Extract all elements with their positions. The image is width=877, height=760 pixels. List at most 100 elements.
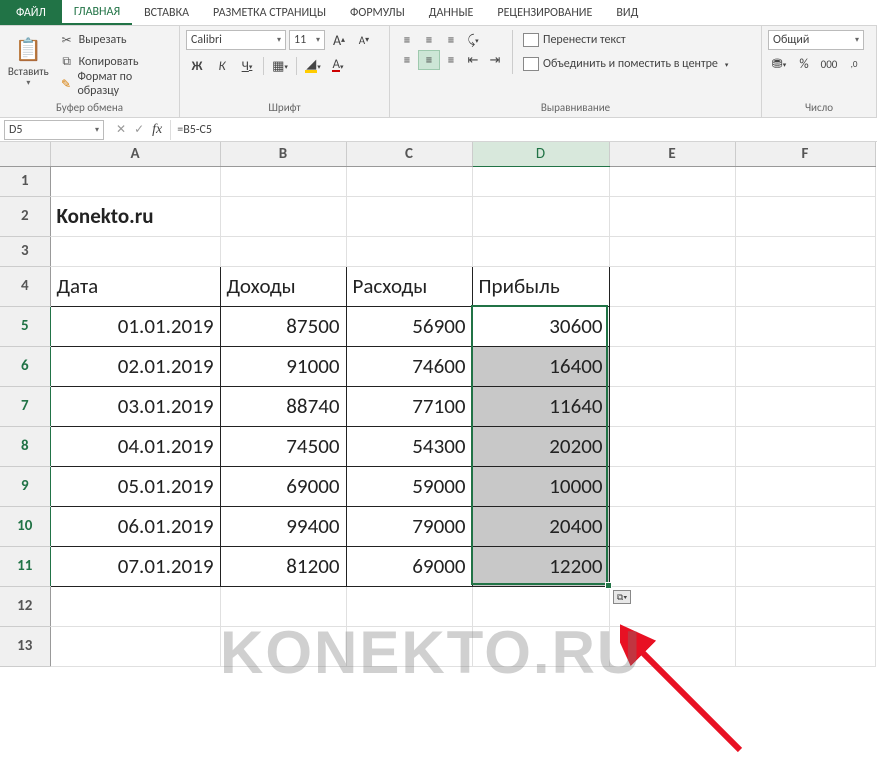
cell-D9[interactable]: 10000 — [472, 466, 609, 506]
cell-A1[interactable] — [50, 166, 220, 196]
col-header-B[interactable]: B — [220, 142, 346, 166]
name-box[interactable]: D5▾ — [4, 120, 104, 140]
row-header-8[interactable]: 8 — [0, 426, 50, 466]
cell-F1[interactable] — [735, 166, 875, 196]
formula-input[interactable]: =B5-C5 — [170, 120, 877, 140]
cell-A9[interactable]: 05.01.2019 — [50, 466, 220, 506]
cell-A6[interactable]: 02.01.2019 — [50, 346, 220, 386]
cell-D13[interactable] — [472, 626, 609, 666]
number-format-select[interactable]: Общий▾ — [768, 30, 864, 50]
cell-D3[interactable] — [472, 236, 609, 266]
format-painter-button[interactable]: ✎Формат по образцу — [55, 74, 173, 94]
percent-button[interactable]: % — [793, 54, 815, 74]
cell-F4[interactable] — [735, 266, 875, 306]
cell-F13[interactable] — [735, 626, 875, 666]
cell-B9[interactable]: 69000 — [220, 466, 346, 506]
cell-C1[interactable] — [346, 166, 472, 196]
cut-button[interactable]: ✂Вырезать — [55, 30, 173, 50]
cell-B8[interactable]: 74500 — [220, 426, 346, 466]
cell-E4[interactable] — [609, 266, 735, 306]
cell-C9[interactable]: 59000 — [346, 466, 472, 506]
cell-E8[interactable] — [609, 426, 735, 466]
wrap-text-button[interactable]: Перенести текст — [519, 30, 732, 50]
row-header-6[interactable]: 6 — [0, 346, 50, 386]
cell-A13[interactable] — [50, 626, 220, 666]
cell-C11[interactable]: 69000 — [346, 546, 472, 586]
paste-button[interactable]: 📋 Вставить ▾ — [6, 30, 51, 94]
tab-insert[interactable]: ВСТАВКА — [132, 0, 201, 25]
cell-E7[interactable] — [609, 386, 735, 426]
orientation-button[interactable]: ⤹▾ — [462, 30, 484, 50]
cell-C7[interactable]: 77100 — [346, 386, 472, 426]
cell-E9[interactable] — [609, 466, 735, 506]
row-header-13[interactable]: 13 — [0, 626, 50, 666]
cell-C3[interactable] — [346, 236, 472, 266]
cell-D10[interactable]: 20400 — [472, 506, 609, 546]
cell-B6[interactable]: 91000 — [220, 346, 346, 386]
cell-E1[interactable] — [609, 166, 735, 196]
cell-B3[interactable] — [220, 236, 346, 266]
bold-button[interactable]: Ж — [186, 56, 208, 76]
cell-B10[interactable]: 99400 — [220, 506, 346, 546]
cell-A5[interactable]: 01.01.2019 — [50, 306, 220, 346]
fill-color-button[interactable]: ◢▾ — [302, 56, 324, 76]
col-header-F[interactable]: F — [735, 142, 875, 166]
cell-D11[interactable]: 12200 — [472, 546, 609, 586]
increase-indent-button[interactable]: ⇥ — [484, 50, 506, 70]
italic-button[interactable]: К — [211, 56, 233, 76]
select-all-corner[interactable] — [0, 142, 50, 166]
cell-A11[interactable]: 07.01.2019 — [50, 546, 220, 586]
col-header-D[interactable]: D — [472, 142, 609, 166]
cell-D6[interactable]: 16400 — [472, 346, 609, 386]
cell-E11[interactable] — [609, 546, 735, 586]
row-header-2[interactable]: 2 — [0, 196, 50, 236]
row-header-10[interactable]: 10 — [0, 506, 50, 546]
currency-button[interactable]: ⛃▾ — [768, 54, 790, 74]
cell-C10[interactable]: 79000 — [346, 506, 472, 546]
cell-E2[interactable] — [609, 196, 735, 236]
autofill-options-button[interactable]: ⧉▾ — [613, 590, 631, 604]
increase-font-button[interactable]: A▴ — [328, 30, 350, 50]
cell-F5[interactable] — [735, 306, 875, 346]
cell-D2[interactable] — [472, 196, 609, 236]
tab-home[interactable]: ГЛАВНАЯ — [62, 0, 132, 25]
underline-button[interactable]: Ч▾ — [236, 56, 258, 76]
cell-F2[interactable] — [735, 196, 875, 236]
cell-A4[interactable]: Дата — [50, 266, 220, 306]
cell-B5[interactable]: 87500 — [220, 306, 346, 346]
align-center-button[interactable]: ≡ — [418, 50, 440, 70]
align-middle-button[interactable]: ≡ — [418, 30, 440, 50]
row-header-4[interactable]: 4 — [0, 266, 50, 306]
cell-F3[interactable] — [735, 236, 875, 266]
align-left-button[interactable]: ≡ — [396, 50, 418, 70]
font-size-select[interactable]: 11▾ — [289, 30, 325, 50]
row-header-3[interactable]: 3 — [0, 236, 50, 266]
font-name-select[interactable]: Calibri▾ — [186, 30, 286, 50]
cell-A8[interactable]: 04.01.2019 — [50, 426, 220, 466]
cell-B11[interactable]: 81200 — [220, 546, 346, 586]
row-header-11[interactable]: 11 — [0, 546, 50, 586]
cell-D1[interactable] — [472, 166, 609, 196]
cell-C4[interactable]: Расходы — [346, 266, 472, 306]
cell-C5[interactable]: 56900 — [346, 306, 472, 346]
cell-B7[interactable]: 88740 — [220, 386, 346, 426]
merge-center-button[interactable]: Объединить и поместить в центре▾ — [519, 54, 732, 74]
cell-F10[interactable] — [735, 506, 875, 546]
tab-data[interactable]: ДАННЫЕ — [417, 0, 486, 25]
align-right-button[interactable]: ≡ — [440, 50, 462, 70]
cell-C12[interactable] — [346, 586, 472, 626]
cell-C6[interactable]: 74600 — [346, 346, 472, 386]
cell-A2[interactable]: Konekto.ru — [50, 196, 220, 236]
cell-F11[interactable] — [735, 546, 875, 586]
col-header-E[interactable]: E — [609, 142, 735, 166]
cell-D7[interactable]: 11640 — [472, 386, 609, 426]
cell-A12[interactable] — [50, 586, 220, 626]
row-header-9[interactable]: 9 — [0, 466, 50, 506]
cancel-formula-icon[interactable]: ✕ — [116, 122, 126, 137]
cell-C2[interactable] — [346, 196, 472, 236]
cell-B12[interactable] — [220, 586, 346, 626]
tab-formulas[interactable]: ФОРМУЛЫ — [338, 0, 417, 25]
decrease-indent-button[interactable]: ⇤ — [462, 50, 484, 70]
cell-A3[interactable] — [50, 236, 220, 266]
cell-F6[interactable] — [735, 346, 875, 386]
